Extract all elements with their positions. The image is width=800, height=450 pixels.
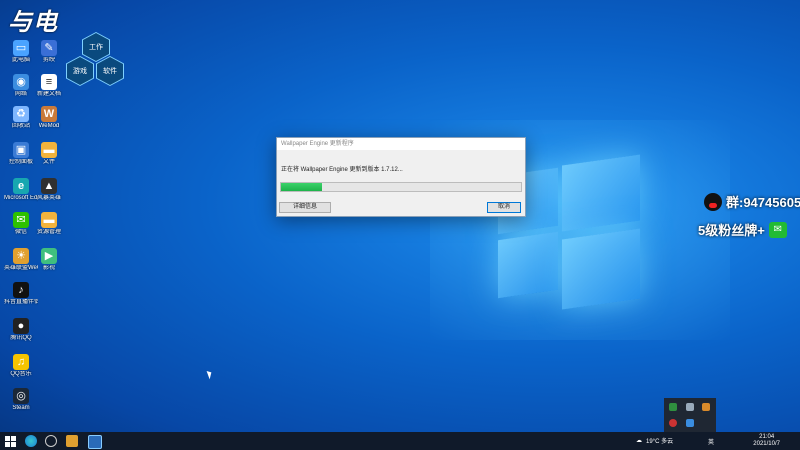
computer-icon: ▭ [13,40,29,56]
fan-badge-overlay: 5级粉丝牌+ ✉ [698,220,787,239]
mouse-cursor [206,369,214,380]
desktop-icon[interactable]: ♪ 抖音直播伴侣 [4,282,38,306]
weather-text: 19°C 多云 [646,439,674,445]
tray-app-icon[interactable] [686,403,694,411]
hex-game[interactable]: 游戏 [66,56,94,86]
desktop-icon[interactable]: W WeMod [32,106,66,130]
cancel-button[interactable]: 取消 [487,202,521,213]
qq-icon: ● [13,318,29,334]
hex-software[interactable]: 软件 [96,56,124,86]
clock-date: 2021/10/7 [753,441,780,447]
taskbar: ☁ 19°C 多云 英 21:04 2021/10/7 [0,432,800,450]
hex-software-label: 软件 [97,57,123,85]
folder-icon: ▬ [41,212,57,228]
media-icon: ▶ [41,248,57,264]
tray-overflow-popup [664,398,716,432]
desktop-icon[interactable]: ♫ QQ音乐 [4,354,38,378]
brand-logo: 与电 [8,9,58,36]
qq-icon [704,192,722,211]
qq-music-icon: ♫ [13,354,29,370]
ime-indicator[interactable]: 英 [708,437,714,446]
game-icon: ▲ [41,178,57,194]
recycle-bin-icon: ♻ [13,106,29,122]
edge-icon: e [13,178,29,194]
control-panel-icon: ▣ [13,142,29,158]
desktop-icon-label: 腾讯QQ [10,335,32,341]
hex-work[interactable]: 工作 [82,32,110,62]
desktop-icon-label: 剪映 [42,57,55,63]
hex-work-label: 工作 [83,33,109,61]
desktop-icon[interactable]: ▲ 风暴英雄 [32,178,66,202]
edge-icon[interactable] [25,435,37,447]
desktop-icon[interactable]: ▬ 资源管理 [32,212,66,236]
desktop-icon[interactable]: ✎ 剪映 [32,40,66,64]
capcut-icon: ✎ [41,40,57,56]
desktop-icon[interactable]: ▬ 文件 [32,142,66,166]
desktop-icon-label: 文件 [42,159,55,165]
folder-icon[interactable] [66,435,78,447]
tray-app-icon[interactable] [686,419,694,427]
desktop-icon-label: 新建文档 [36,91,61,97]
desktop-icon-label: 风暴英雄 [36,195,61,201]
folder-icon: ▬ [41,142,57,158]
start-button[interactable] [4,435,16,447]
fan-badge-text: 5级粉丝牌+ [698,223,765,238]
desktop-icon-label: 影视 [42,265,55,271]
tiktok-live-icon: ♪ [13,282,29,298]
dialog-title: Wallpaper Engine 更新程序 [277,138,525,150]
progress-fill [281,183,322,191]
document-icon: ≡ [41,74,57,90]
desktop-icon-label: Steam [12,405,30,411]
network-icon: ◉ [13,74,29,90]
qq-group-overlay: 群:947456053 [704,192,800,211]
dialog-message: 正在将 Wallpaper Engine 更新到版本 1.7.12... [281,167,403,173]
tray-app-icon[interactable] [669,403,677,411]
details-button[interactable]: 详细信息 [279,202,331,213]
desktop-icon-label: QQ音乐 [10,371,32,377]
desktop-icon[interactable]: ● 腾讯QQ [4,318,38,342]
desktop-icon[interactable]: ▶ 影视 [32,248,66,272]
desktop-icon-label: WeMod [38,123,60,129]
tray-app-icon[interactable] [669,419,677,427]
clock-time: 21:04 [759,434,775,440]
update-progress-bar [280,182,522,192]
update-dialog: Wallpaper Engine 更新程序 正在将 Wallpaper Engi… [276,137,526,217]
wechat-icon: ✉ [768,221,787,238]
weather-widget[interactable]: ☁ 19°C 多云 [636,436,673,445]
hex-game-label: 游戏 [67,57,93,85]
desktop-icon-label: 资源管理 [36,229,61,235]
qq-group-text: 群:947456053 [726,195,800,210]
desktop-icon-label: 抖音直播伴侣 [4,299,38,305]
search-icon[interactable] [45,435,57,447]
cloud-icon: ☁ [636,438,642,444]
clock[interactable]: 21:04 2021/10/7 [753,434,780,448]
tray-app-icon[interactable] [702,403,710,411]
steam-icon: ◎ [13,388,29,404]
wechat-icon: ✉ [13,212,29,228]
desktop-icon[interactable]: ◎ Steam [4,388,38,412]
app-icon[interactable] [88,435,102,449]
wemod-icon: W [41,106,57,122]
desktop-icon[interactable]: ≡ 新建文档 [32,74,66,98]
wegame-icon: ☀ [13,248,29,264]
